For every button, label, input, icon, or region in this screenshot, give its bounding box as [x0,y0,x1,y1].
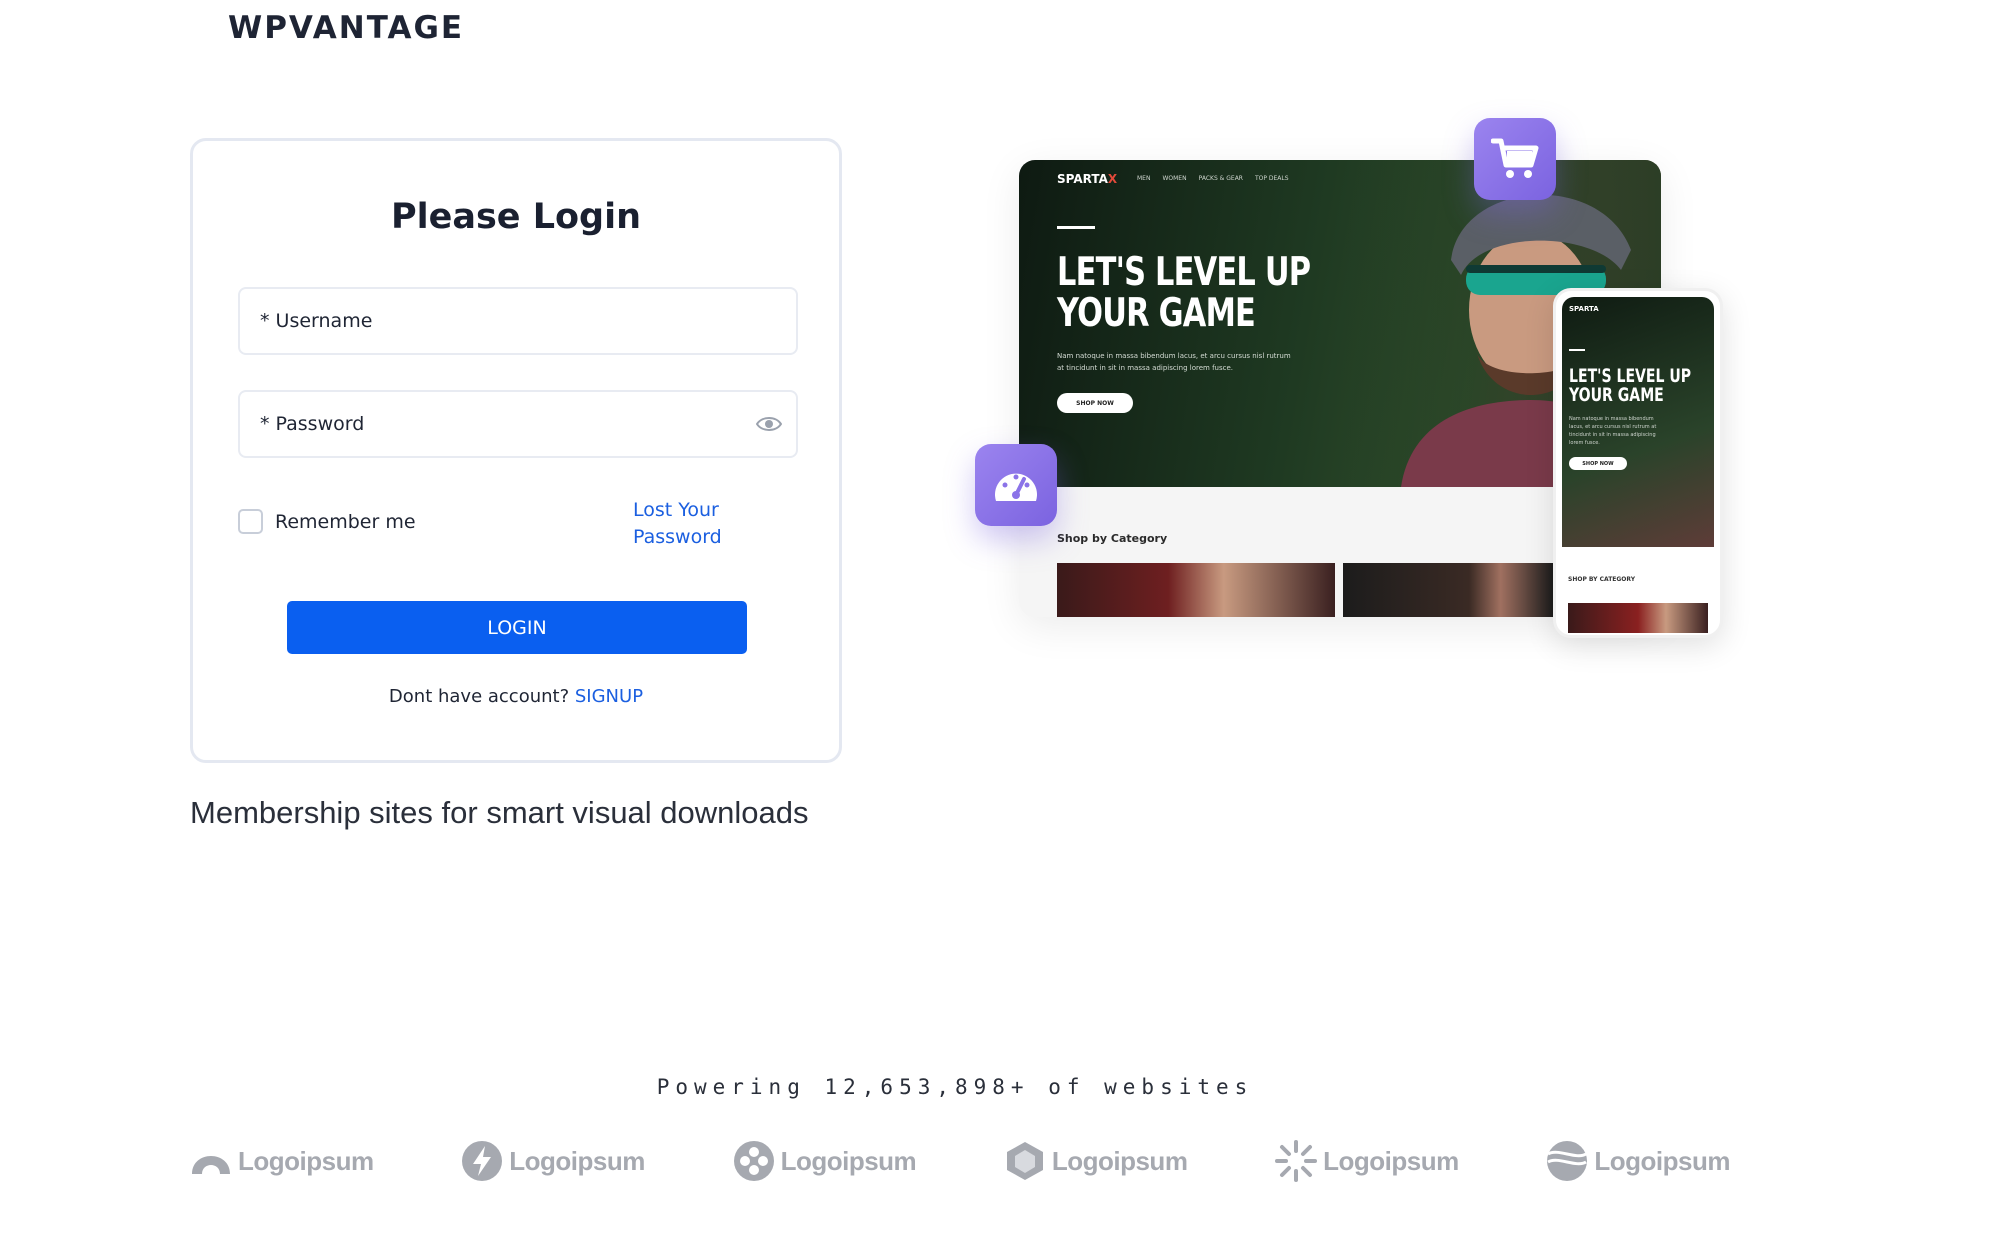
speedometer-icon [995,473,1037,501]
category-thumbnail [1568,603,1708,633]
powering-text: Powering 12,653,898+ of websites [656,1075,1254,1099]
partner-logo: Logoipsum [461,1140,645,1182]
phone-shop-button: SHOP NOW [1569,457,1627,470]
nav-item: TOP DEALS [1254,175,1289,182]
shopping-cart-icon [1491,138,1539,178]
partner-logo: Logoipsum [190,1140,374,1182]
product-showcase: SPARTAX MEN WOMEN PACKS & GEAR TOP DEALS… [975,115,1735,645]
brand-logo[interactable]: WPVANTAGE [228,10,464,46]
accent-line [1057,226,1095,229]
partner-logo: Logoipsum [1546,1140,1730,1182]
hexagon-logo-icon [1006,1142,1043,1180]
tagline: Membership sites for smart visual downlo… [190,795,809,830]
phone-hero: SPARTA LET'S LEVEL UP YOUR GAME Nam nato… [1562,297,1714,547]
category-thumbnail [1343,563,1553,617]
login-card: Please Login * Username * Password Remem… [190,138,842,763]
arch-logo-icon [192,1156,230,1174]
login-button[interactable]: LOGIN [287,601,747,654]
phone-category-heading: SHOP BY CATEGORY [1568,576,1636,583]
password-field[interactable]: * Password [238,390,798,458]
partner-logos: Logoipsum Logoipsum Logoipsum Logoipsum … [190,1140,1730,1182]
nav-item: MEN [1137,175,1151,182]
desktop-shop-button: SHOP NOW [1057,393,1133,413]
desktop-headline: LET'S LEVEL UP YOUR GAME [1057,250,1311,336]
remember-me[interactable]: Remember me [238,509,416,534]
login-title: Please Login [390,197,642,237]
username-placeholder: * Username [260,310,373,332]
nav-item: PACKS & GEAR [1198,175,1243,182]
desktop-nav: MEN WOMEN PACKS & GEAR TOP DEALS [1137,175,1289,182]
speed-badge [975,444,1057,526]
desktop-category-heading: Shop by Category [1057,532,1168,545]
password-placeholder: * Password [260,413,365,435]
category-thumbnail [1057,563,1335,617]
remember-checkbox[interactable] [238,509,263,534]
remember-label: Remember me [275,510,416,533]
bolt-logo-icon [462,1141,503,1181]
signup-link[interactable]: SIGNUP [575,686,643,707]
signup-prompt: Dont have account? [388,686,570,707]
sunburst-logo-icon [1275,1140,1318,1182]
desktop-brand: SPARTAX [1057,172,1118,186]
username-field[interactable]: * Username [238,287,798,355]
partner-logo: Logoipsum [733,1140,917,1182]
eye-icon[interactable] [756,414,782,434]
phone-brand: SPARTA [1569,305,1599,313]
desktop-subtext: Nam natoque in massa bibendum lacus, et … [1057,352,1291,372]
partner-logo: Logoipsum [1275,1140,1459,1182]
phone-mockup: SPARTA LET'S LEVEL UP YOUR GAME Nam nato… [1553,288,1723,638]
waves-logo-icon [1547,1141,1588,1181]
phone-subtext: Nam natoque in massa bibendum lacus, et … [1569,416,1657,446]
signup-row: Dont have account? SIGNUP [193,686,839,707]
phone-headline: LET'S LEVEL UP YOUR GAME [1569,365,1692,406]
lost-password-link[interactable]: Lost Your Password [633,497,773,551]
accent-line [1569,349,1585,351]
partner-logo: Logoipsum [1004,1140,1188,1182]
cart-badge [1474,118,1556,200]
flower-logo-icon [733,1141,774,1181]
nav-item: WOMEN [1162,175,1187,182]
